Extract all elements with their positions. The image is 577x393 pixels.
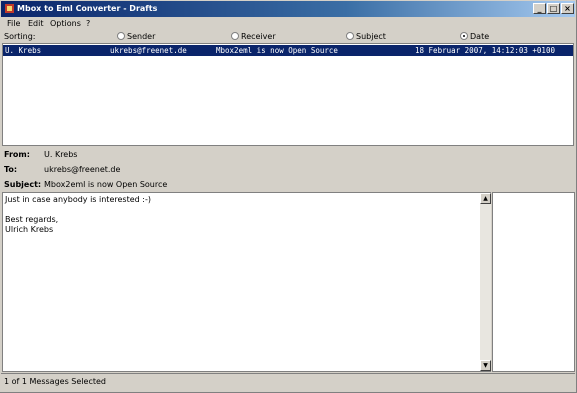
- side-pane: [492, 192, 575, 372]
- menu-file[interactable]: File: [7, 18, 20, 29]
- message-body[interactable]: Just in case anybody is interested :-) B…: [2, 192, 491, 372]
- radio-label: Sender: [127, 32, 156, 41]
- radio-label: Receiver: [241, 32, 276, 41]
- close-button[interactable]: ×: [561, 3, 574, 14]
- sort-date-radio[interactable]: Date: [460, 31, 489, 42]
- menu-bar: File Edit Options ?: [1, 17, 575, 30]
- from-value: U. Krebs: [44, 150, 78, 159]
- cell-sender: U. Krebs: [5, 46, 42, 55]
- menu-options[interactable]: Options: [50, 18, 81, 29]
- to-label: To:: [4, 165, 18, 174]
- minimize-button[interactable]: _: [533, 3, 546, 14]
- status-text: 1 of 1 Messages Selected: [4, 377, 106, 386]
- scroll-up-icon[interactable]: ▲: [480, 193, 491, 204]
- message-header: From: U. Krebs To: ukrebs@freenet.de Sub…: [1, 146, 575, 192]
- sort-receiver-radio[interactable]: Receiver: [231, 31, 276, 42]
- sort-subject-radio[interactable]: Subject: [346, 31, 386, 42]
- body-line: Just in case anybody is interested :-): [5, 195, 151, 204]
- menu-edit[interactable]: Edit: [28, 18, 44, 29]
- message-list[interactable]: U. Krebs ukrebs@freenet.de Mbox2eml is n…: [2, 43, 574, 146]
- radio-label: Subject: [356, 32, 386, 41]
- to-value: ukrebs@freenet.de: [44, 165, 121, 174]
- maximize-button[interactable]: □: [547, 3, 560, 14]
- header-to-row: To: ukrebs@freenet.de: [1, 162, 575, 177]
- menu-help[interactable]: ?: [86, 18, 90, 29]
- radio-indicator[interactable]: [346, 32, 354, 40]
- subject-label: Subject:: [4, 180, 42, 189]
- app-window: Mbox to Eml Converter - Drafts _ □ × Fil…: [0, 0, 577, 393]
- cell-receiver: ukrebs@freenet.de: [110, 46, 187, 55]
- cell-date: 18 Februar 2007, 14:12:03 +0100: [415, 46, 555, 55]
- cell-subject: Mbox2eml is now Open Source: [216, 46, 338, 55]
- title-bar[interactable]: Mbox to Eml Converter - Drafts _ □ ×: [1, 1, 575, 17]
- message-body-text: Just in case anybody is interested :-) B…: [5, 195, 477, 235]
- from-label: From:: [4, 150, 30, 159]
- radio-indicator[interactable]: [117, 32, 125, 40]
- radio-label: Date: [470, 32, 490, 41]
- window-title: Mbox to Eml Converter - Drafts: [17, 4, 158, 13]
- radio-indicator[interactable]: [231, 32, 239, 40]
- table-row[interactable]: U. Krebs ukrebs@freenet.de Mbox2eml is n…: [3, 45, 573, 56]
- sorting-bar: Sorting: Sender Receiver Subject Date: [1, 30, 575, 43]
- header-from-row: From: U. Krebs: [1, 147, 575, 162]
- body-line: [5, 205, 477, 215]
- subject-value: Mbox2eml is now Open Source: [44, 180, 168, 189]
- body-line: Best regards,: [5, 215, 59, 224]
- vertical-scrollbar[interactable]: ▲ ▼: [480, 193, 491, 371]
- scroll-down-icon[interactable]: ▼: [480, 360, 491, 371]
- status-bar: 1 of 1 Messages Selected: [1, 373, 575, 387]
- sort-sender-radio[interactable]: Sender: [117, 31, 155, 42]
- sorting-label: Sorting:: [4, 32, 36, 41]
- app-icon: [5, 4, 14, 13]
- radio-indicator[interactable]: [460, 32, 468, 40]
- header-subject-row: Subject: Mbox2eml is now Open Source: [1, 177, 575, 192]
- body-line: Ulrich Krebs: [5, 225, 54, 234]
